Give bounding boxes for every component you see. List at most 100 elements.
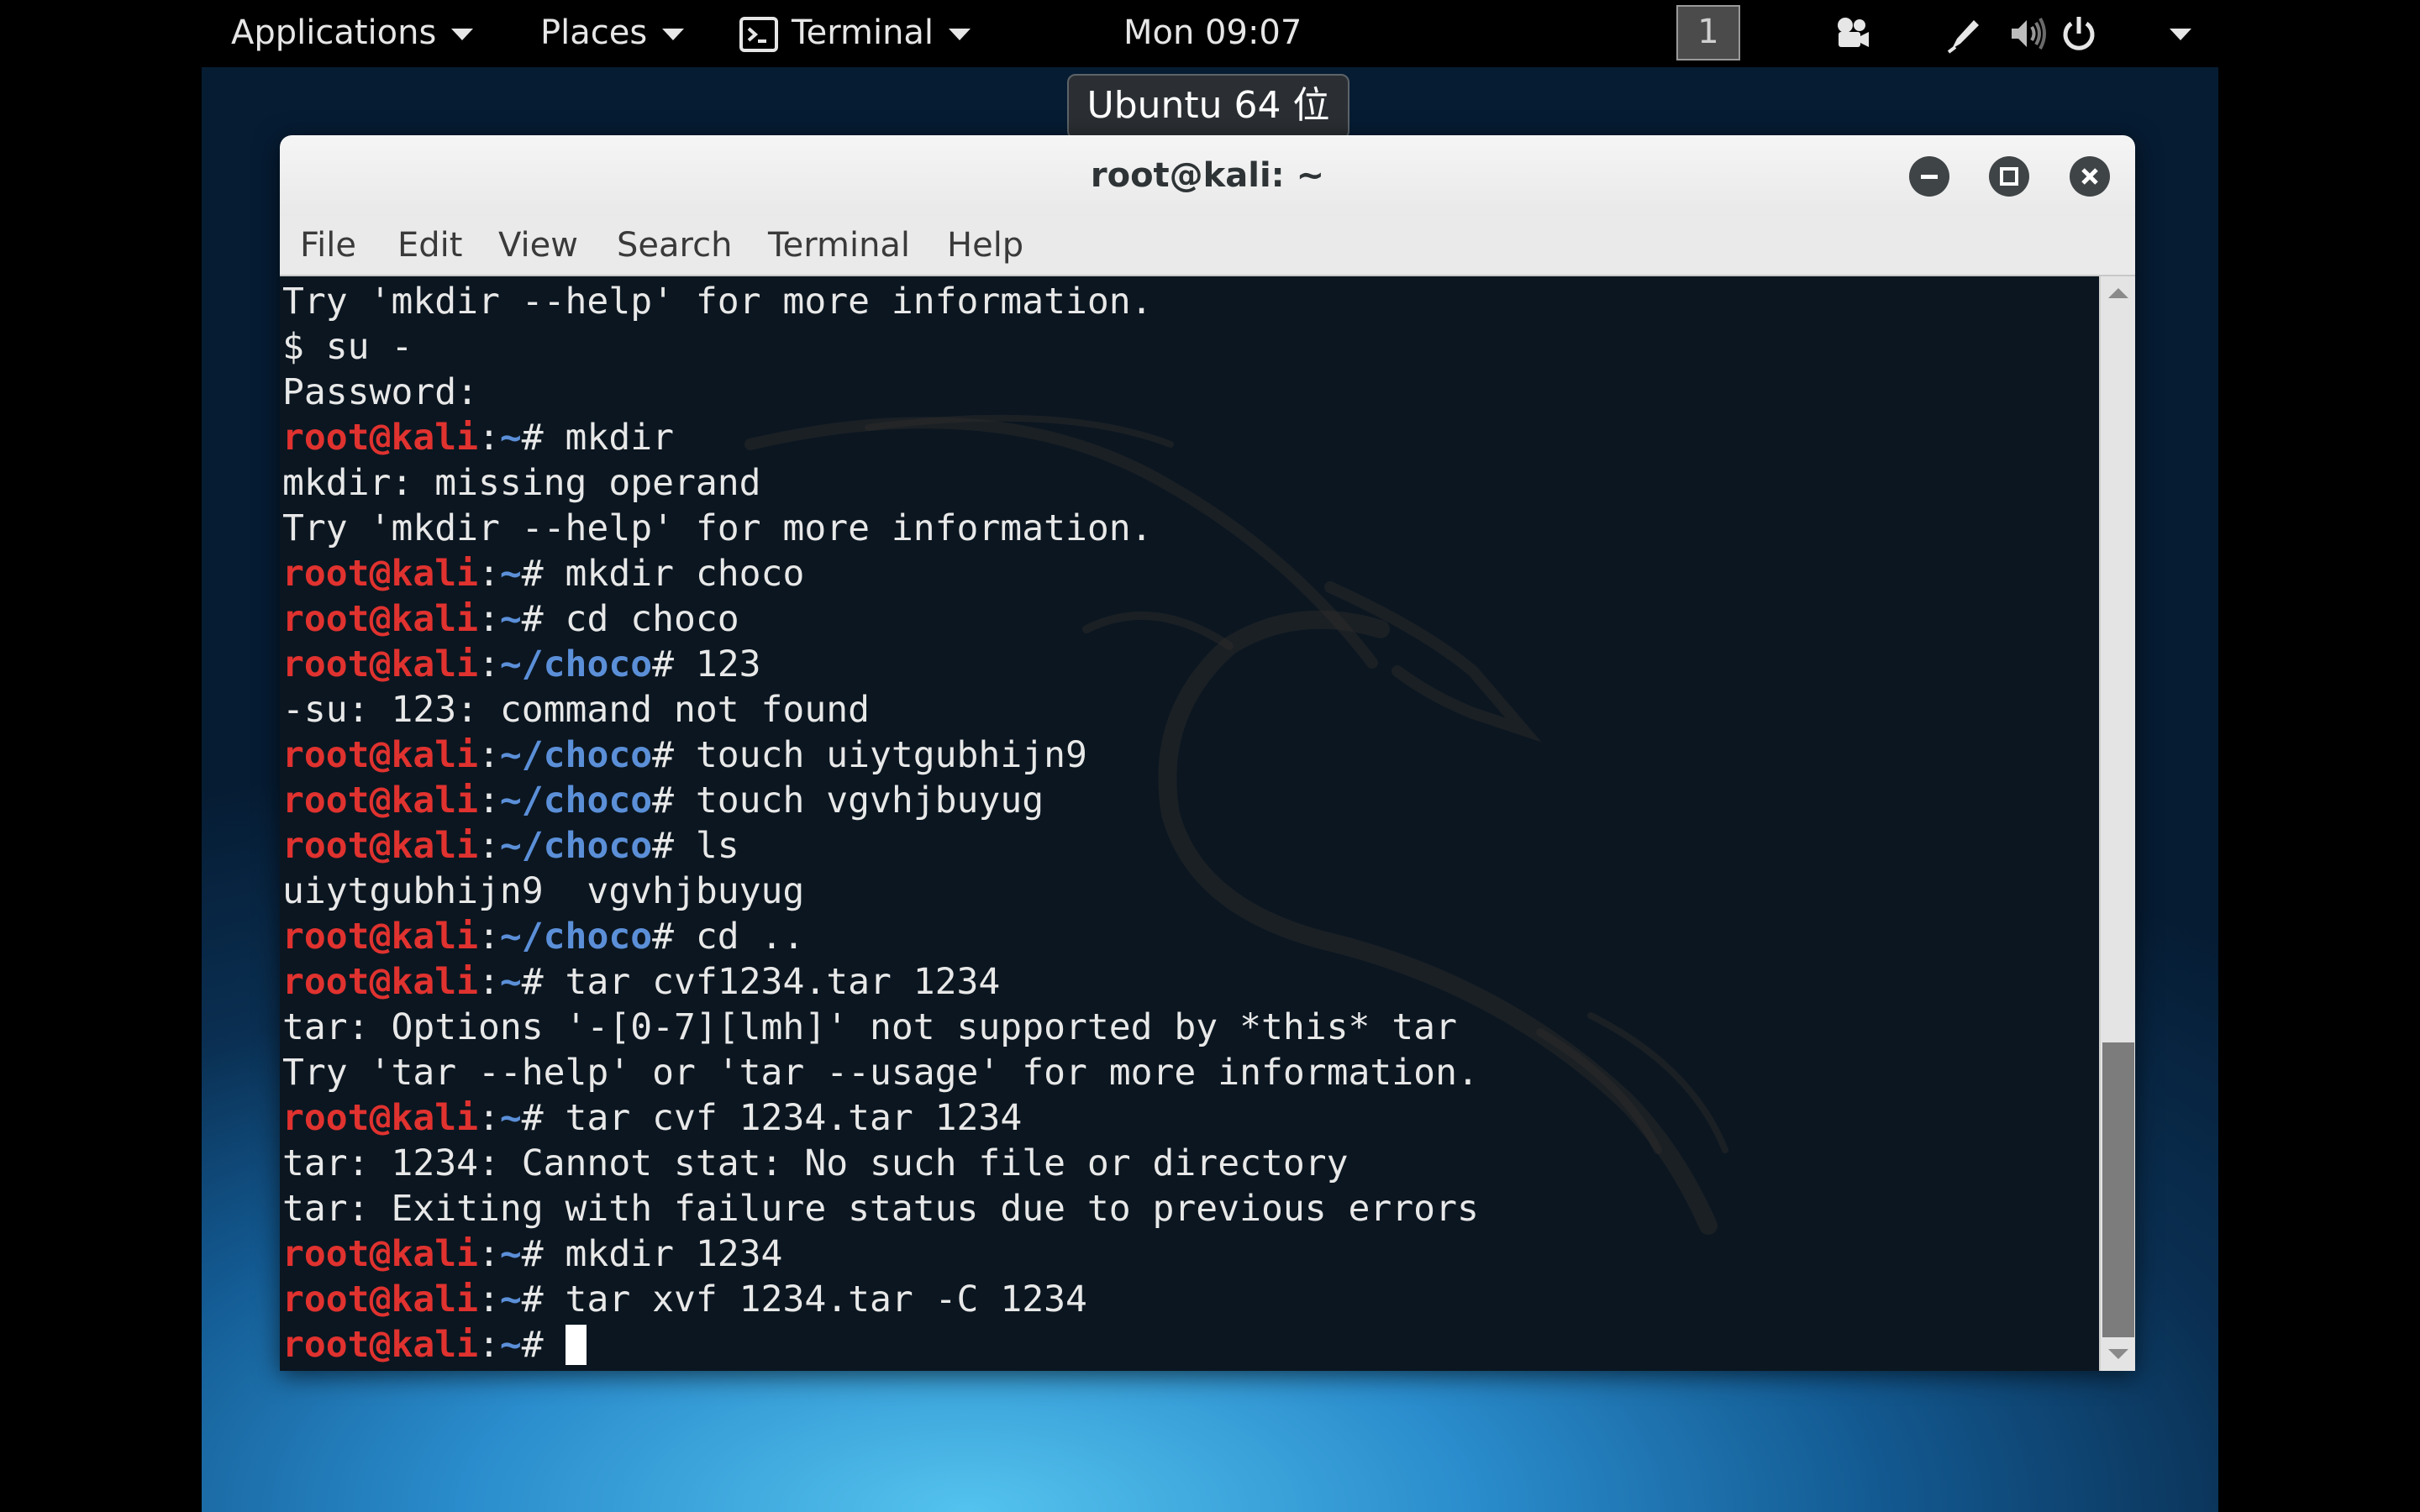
pen-icon[interactable] [1945,13,1986,54]
output-text: Password: [282,371,478,413]
command-text [544,1324,566,1366]
prompt-user: root@kali [282,1097,478,1139]
menu-edit[interactable]: Edit [397,216,462,275]
menu-terminal[interactable]: Terminal [768,216,910,275]
command-text: tar xvf 1234.tar -C 1234 [543,1278,1087,1320]
output-text: mkdir: missing operand [282,462,761,504]
scrollbar-thumb[interactable] [2102,1042,2134,1337]
prompt-path: ~/choco [499,825,653,867]
terminal-line: root@kali:~# mkdir [282,415,1479,460]
command-text: tar cvf1234.tar 1234 [543,961,1001,1003]
prompt-separator: : [478,417,500,459]
prompt-separator: : [478,825,500,867]
prompt-separator: : [478,598,500,640]
prompt-symbol: # [652,825,674,867]
top-panel: Applications Places Terminal Mon 09:07 1 [202,0,2218,67]
command-text: mkdir 1234 [543,1233,783,1275]
prompt-user: root@kali [282,734,478,776]
prompt-user: root@kali [282,825,478,867]
output-text: $ su - [282,326,413,368]
prompt-separator: : [478,734,500,776]
prompt-user: root@kali [282,961,478,1003]
close-icon [2081,168,2098,185]
window-titlebar[interactable]: root@kali: ~ [280,135,2135,216]
prompt-user: root@kali [282,598,478,640]
command-text: touch uiytgubhijn9 [674,734,1087,776]
menu-search[interactable]: Search [617,216,732,275]
terminal-line: Try 'mkdir --help' for more information. [282,506,1479,551]
terminal-line: tar: Exiting with failure status due to … [282,1186,1479,1231]
prompt-symbol: # [521,598,544,640]
places-label: Places [540,13,648,52]
workspace-number: 1 [1697,13,1719,51]
prompt-path: ~ [499,1324,522,1366]
prompt-separator: : [478,1324,500,1366]
terminal-line: $ su - [282,324,1479,370]
prompt-symbol: # [521,1324,544,1366]
terminal-line: tar: Options '-[0-7][lmh]' not supported… [282,1005,1479,1050]
terminal-line: uiytgubhijn9 vgvhjbuyug [282,869,1479,914]
workspace-indicator[interactable]: 1 [1676,5,1740,60]
system-menu-chevron-icon[interactable] [2170,29,2191,40]
terminal-line: root@kali:~# mkdir choco [282,551,1479,596]
prompt-symbol: # [652,916,674,958]
prompt-path: ~ [499,961,522,1003]
applications-label: Applications [231,13,437,52]
terminal-window[interactable]: root@kali: ~ File Edit View Search Termi… [280,135,2135,1371]
prompt-user: root@kali [282,643,478,685]
prompt-path: ~ [499,1278,522,1320]
prompt-path: ~ [499,553,522,595]
chevron-down-icon [451,29,474,40]
terminal-line: root@kali:~# tar xvf 1234.tar -C 1234 [282,1277,1479,1322]
maximize-button[interactable] [1989,156,2029,197]
command-text: tar cvf 1234.tar 1234 [543,1097,1023,1139]
screen: Applications Places Terminal Mon 09:07 1 [0,0,2420,1512]
text-cursor [565,1325,587,1365]
chevron-down-icon [949,29,971,40]
applications-menu[interactable]: Applications [231,0,474,67]
prompt-path: ~ [499,598,522,640]
window-title: root@kali: ~ [1090,156,1325,195]
terminal-line: root@kali:~# mkdir 1234 [282,1231,1479,1277]
scroll-up-icon[interactable] [2108,288,2128,298]
places-menu[interactable]: Places [540,0,685,67]
prompt-symbol: # [521,553,544,595]
prompt-path: ~ [499,1233,522,1275]
terminal-app-menu[interactable]: Terminal [739,0,971,67]
menu-view[interactable]: View [498,216,578,275]
prompt-user: root@kali [282,1278,478,1320]
output-text: tar: 1234: Cannot stat: No such file or … [282,1142,1349,1184]
menu-file[interactable]: File [300,216,356,275]
prompt-symbol: # [521,417,544,459]
prompt-user: root@kali [282,916,478,958]
terminal-scrollbar[interactable] [2099,276,2135,1371]
prompt-user: root@kali [282,553,478,595]
minimize-button[interactable] [1909,156,1949,197]
terminal-output-area[interactable]: Try 'mkdir --help' for more information.… [280,276,2099,1371]
command-text: cd .. [674,916,805,958]
prompt-symbol: # [521,1097,544,1139]
volume-icon[interactable] [2008,13,2049,54]
command-text: mkdir choco [543,553,805,595]
terminal-app-label: Terminal [792,13,934,52]
scroll-down-icon[interactable] [2108,1349,2128,1359]
menu-help[interactable]: Help [947,216,1023,275]
prompt-path: ~/choco [499,734,653,776]
terminal-icon [739,17,778,52]
prompt-separator: : [478,643,500,685]
prompt-path: ~/choco [499,643,653,685]
prompt-separator: : [478,1278,500,1320]
output-text: uiytgubhijn9 vgvhjbuyug [282,870,805,912]
camera-icon[interactable] [1832,13,1872,54]
power-icon[interactable] [2059,13,2099,54]
terminal-lines: Try 'mkdir --help' for more information.… [282,279,1479,1368]
close-button[interactable] [2070,156,2110,197]
prompt-separator: : [478,780,500,822]
terminal-line: root@kali:~/choco# touch vgvhjbuyug [282,778,1479,823]
prompt-symbol: # [652,734,674,776]
prompt-separator: : [478,916,500,958]
clock[interactable]: Mon 09:07 [1123,0,1302,67]
output-text: tar: Exiting with failure status due to … [282,1188,1479,1230]
prompt-symbol: # [521,1233,544,1275]
terminal-line: root@kali:~/choco# 123 [282,642,1479,687]
